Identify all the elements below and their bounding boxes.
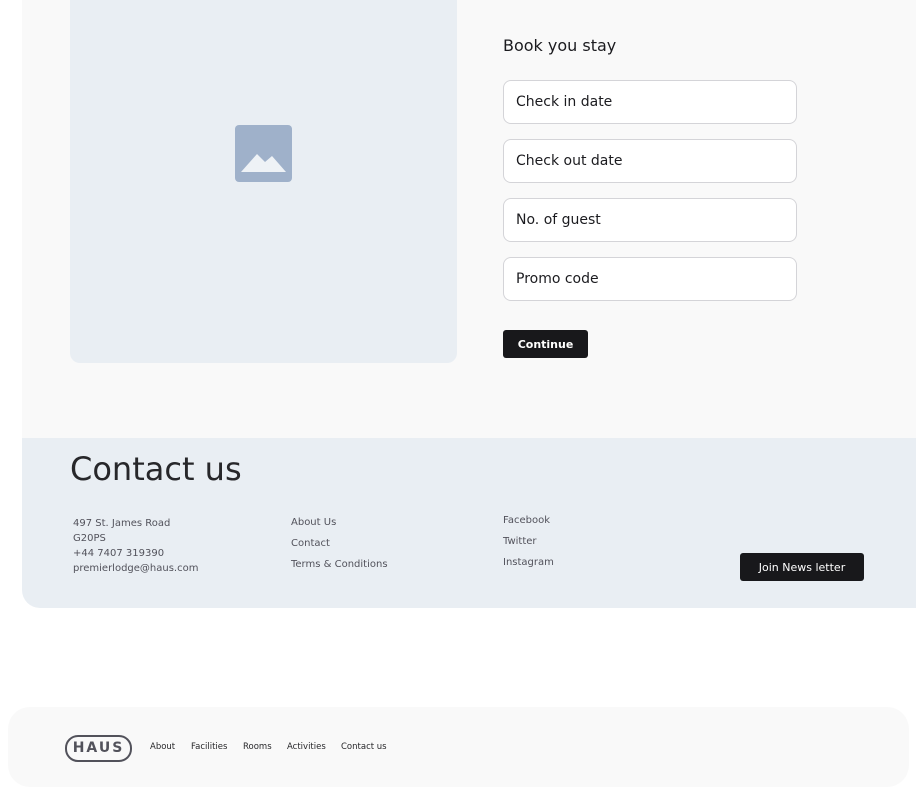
about-us-link[interactable]: About Us	[291, 515, 336, 530]
terms-link[interactable]: Terms & Conditions	[291, 557, 388, 572]
check-in-date-field[interactable]	[503, 80, 797, 124]
haus-logo[interactable]: HAUS	[65, 735, 132, 762]
facebook-link[interactable]: Facebook	[503, 513, 550, 528]
promo-code-field[interactable]	[503, 257, 797, 301]
nav-item-about[interactable]: About	[150, 741, 175, 753]
email-address: premierlodge@haus.com	[73, 563, 199, 574]
check-out-date-field[interactable]	[503, 139, 797, 183]
guests-field[interactable]	[503, 198, 797, 242]
nav-item-contact-us[interactable]: Contact us	[341, 741, 387, 753]
instagram-link[interactable]: Instagram	[503, 555, 554, 570]
join-newsletter-button[interactable]: Join News letter	[740, 553, 864, 581]
nav-item-rooms[interactable]: Rooms	[243, 741, 272, 753]
address-line-1: 497 St. James Road	[73, 518, 171, 529]
navigation-bar	[8, 707, 909, 787]
twitter-link[interactable]: Twitter	[503, 534, 537, 549]
continue-button[interactable]: Continue	[503, 330, 588, 358]
nav-item-facilities[interactable]: Facilities	[191, 741, 227, 753]
booking-title: Book you stay	[503, 36, 617, 55]
image-placeholder-icon	[235, 125, 292, 182]
phone-number: +44 7407 319390	[73, 548, 165, 559]
nav-item-activities[interactable]: Activities	[287, 741, 326, 753]
address-line-2: G20PS	[73, 533, 106, 544]
contact-link[interactable]: Contact	[291, 536, 330, 551]
contact-title: Contact us	[70, 450, 242, 488]
